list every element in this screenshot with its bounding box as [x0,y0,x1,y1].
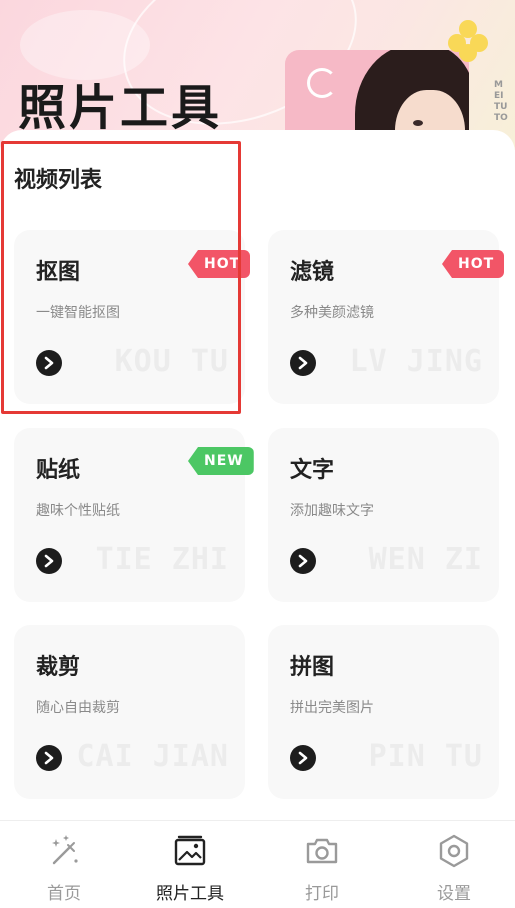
highlight-box [1,141,241,414]
tool-watermark: CAI JIAN [76,739,229,774]
tool-watermark: TIE ZHI [95,542,229,577]
doodle-icon [307,68,337,98]
portrait-eye [413,120,423,126]
brand-vertical-text: MEITU TO [494,80,508,123]
tab-label: 设置 [437,884,471,904]
arrow-right-icon[interactable] [290,745,316,771]
tool-desc: 添加趣味文字 [290,503,374,519]
tool-name: 贴纸 [36,458,81,483]
tool-name: 裁剪 [36,655,81,680]
hot-badge: HOT [442,250,505,278]
flower-icon [448,20,488,62]
tool-watermark: PIN TU [368,739,483,774]
tool-watermark: LV JING [349,344,483,379]
hexagon-settings-icon [434,831,474,871]
tool-desc: 趣味个性贴纸 [36,503,120,519]
tab-label: 首页 [47,884,81,904]
photo-icon [170,831,210,871]
tool-card-wenzi[interactable]: 文字 添加趣味文字 WEN ZI [268,428,499,602]
tool-desc: 随心自由裁剪 [36,700,120,716]
tool-watermark: WEN ZI [368,542,483,577]
magic-wand-icon [44,831,84,871]
header-banner: 照片工具 MEITU TO [0,0,515,150]
tool-name: 文字 [290,458,335,483]
arrow-right-icon[interactable] [36,548,62,574]
arrow-right-icon[interactable] [290,350,316,376]
camera-icon [302,831,342,871]
new-badge: NEW [188,447,254,475]
tool-card-pintu[interactable]: 拼图 拼出完美图片 PIN TU [268,625,499,799]
tab-home[interactable]: 首页 [0,821,128,908]
arrow-right-icon[interactable] [36,745,62,771]
tool-desc: 拼出完美图片 [290,700,374,716]
tool-card-caijian[interactable]: 裁剪 随心自由裁剪 CAI JIAN [14,625,245,799]
page-title: 照片工具 [18,80,223,136]
tab-label: 照片工具 [156,884,224,904]
arrow-right-icon[interactable] [290,548,316,574]
tool-name: 滤镜 [290,260,335,285]
tool-name: 拼图 [290,655,335,680]
bottom-tab-bar: 首页 照片工具 打印 设置 [0,820,515,908]
tool-desc: 多种美颜滤镜 [290,305,374,321]
tab-photo-tools[interactable]: 照片工具 [126,821,254,908]
tab-settings[interactable]: 设置 [390,821,515,908]
tab-print[interactable]: 打印 [258,821,386,908]
tab-label: 打印 [305,884,339,904]
